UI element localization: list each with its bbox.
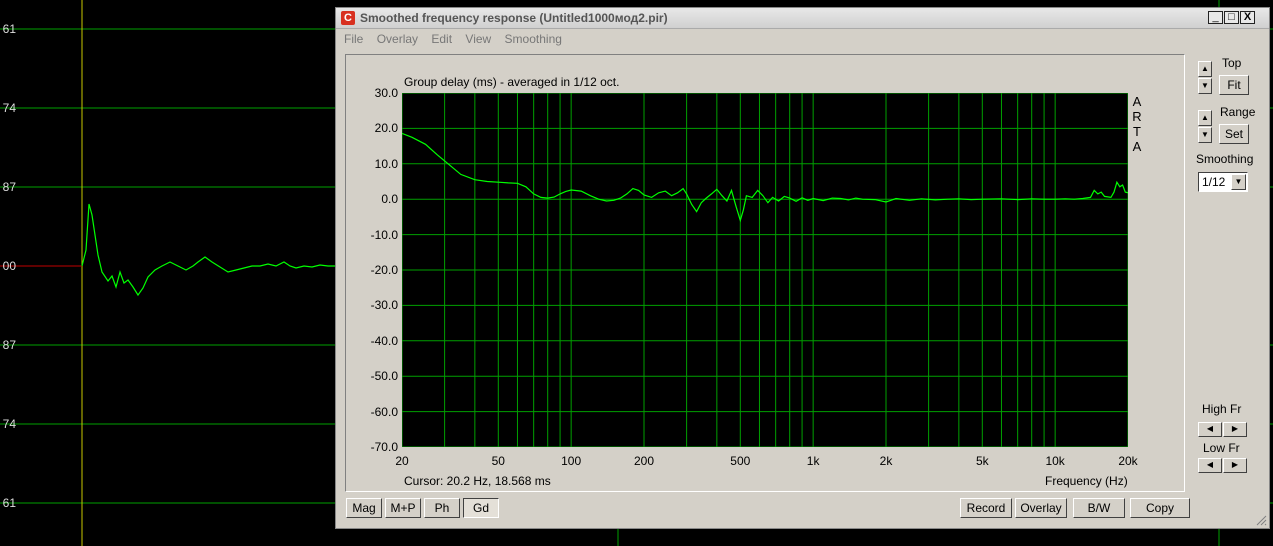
- bg-tick: 61: [2, 496, 16, 510]
- bg-tick: 87: [2, 180, 16, 194]
- smoothing-label: Smoothing: [1196, 152, 1254, 166]
- y-tick-label: 20.0: [374, 121, 398, 136]
- y-tick-label: -60.0: [370, 404, 398, 419]
- menu-edit[interactable]: Edit: [431, 32, 452, 46]
- y-tick-label: 10.0: [374, 156, 398, 171]
- menu-bar: File Overlay Edit View Smoothing: [344, 32, 572, 46]
- minimize-button[interactable]: _: [1208, 11, 1223, 24]
- x-tick-label: 5k: [975, 454, 989, 468]
- low-fr-label: Low Fr: [1203, 441, 1240, 455]
- phase-button[interactable]: Ph: [424, 498, 460, 518]
- bg-tick: 87: [2, 338, 16, 352]
- arta-app-icon[interactable]: C: [341, 11, 355, 25]
- mag-button[interactable]: Mag: [346, 498, 382, 518]
- black-white-button[interactable]: B/W: [1073, 498, 1125, 518]
- top-up-arrow-icon[interactable]: ▲: [1198, 61, 1212, 77]
- watermark-letter: A: [1132, 94, 1142, 109]
- watermark-letter: T: [1133, 124, 1141, 139]
- smoothed-frequency-response-window: C Smoothed frequency response (Untitled1…: [335, 7, 1270, 529]
- menu-overlay[interactable]: Overlay: [377, 32, 418, 46]
- range-label: Range: [1220, 105, 1256, 119]
- group-delay-plot[interactable]: [402, 93, 1128, 447]
- high-fr-right-arrow-icon[interactable]: ▶: [1223, 422, 1247, 437]
- arta-watermark: A R T A: [1132, 94, 1142, 154]
- high-fr-label: High Fr: [1202, 402, 1242, 416]
- window-title: Smoothed frequency response (Untitled100…: [360, 11, 668, 25]
- record-button[interactable]: Record: [960, 498, 1012, 518]
- y-tick-label: -50.0: [370, 369, 398, 384]
- menu-view[interactable]: View: [465, 32, 491, 46]
- y-tick-label: -40.0: [370, 333, 398, 348]
- high-fr-left-arrow-icon[interactable]: ◀: [1198, 422, 1222, 437]
- magnitude-phase-button[interactable]: M+P: [385, 498, 421, 518]
- chart-title: Group delay (ms) - averaged in 1/12 oct.: [404, 75, 620, 89]
- group-delay-chart: [402, 93, 1128, 447]
- x-tick-label: 2k: [879, 454, 893, 468]
- bg-tick: 74: [2, 101, 16, 115]
- close-button[interactable]: X: [1240, 11, 1255, 24]
- range-up-arrow-icon[interactable]: ▲: [1198, 110, 1212, 126]
- set-button[interactable]: Set: [1219, 124, 1249, 144]
- x-tick-label: 1k: [806, 454, 820, 468]
- maximize-button[interactable]: □: [1224, 11, 1239, 24]
- top-down-arrow-icon[interactable]: ▼: [1198, 78, 1212, 94]
- chevron-down-icon[interactable]: ▼: [1231, 174, 1246, 190]
- x-tick-label: 20k: [1118, 454, 1138, 468]
- watermark-letter: A: [1132, 139, 1142, 154]
- bg-tick: 74: [2, 417, 16, 431]
- y-tick-label: -70.0: [370, 440, 398, 454]
- menu-file[interactable]: File: [344, 32, 363, 46]
- x-tick-label: 20: [395, 454, 409, 468]
- x-tick-label: 100: [561, 454, 582, 468]
- overlay-button[interactable]: Overlay: [1015, 498, 1067, 518]
- smoothing-select[interactable]: 1/12 ▼: [1198, 172, 1248, 192]
- group-delay-series-line: [402, 132, 1128, 223]
- range-down-arrow-icon[interactable]: ▼: [1198, 127, 1212, 143]
- resize-grip-icon[interactable]: [1255, 514, 1267, 526]
- title-bar[interactable]: C Smoothed frequency response (Untitled1…: [336, 8, 1269, 29]
- x-axis-label: Frequency (Hz): [1045, 474, 1128, 488]
- cursor-readout: Cursor: 20.2 Hz, 18.568 ms: [404, 474, 551, 488]
- x-tick-label: 500: [730, 454, 751, 468]
- copy-button[interactable]: Copy: [1130, 498, 1190, 518]
- group-delay-button[interactable]: Gd: [463, 498, 499, 518]
- menu-smoothing[interactable]: Smoothing: [505, 32, 562, 46]
- y-tick-label: -10.0: [370, 227, 398, 242]
- low-fr-left-arrow-icon[interactable]: ◀: [1198, 458, 1222, 473]
- x-tick-label: 200: [633, 454, 655, 468]
- bg-tick: 00: [2, 259, 16, 273]
- top-label: Top: [1222, 56, 1242, 70]
- y-tick-label: -20.0: [370, 263, 398, 277]
- x-tick-label: 50: [491, 454, 505, 468]
- bg-tick: 61: [2, 22, 16, 36]
- low-fr-right-arrow-icon[interactable]: ▶: [1223, 458, 1247, 473]
- y-tick-label: 30.0: [374, 86, 398, 100]
- smoothing-value: 1/12: [1202, 175, 1226, 189]
- y-tick-label: -30.0: [370, 298, 398, 313]
- y-tick-label: 0.0: [381, 192, 398, 207]
- fit-button[interactable]: Fit: [1219, 75, 1249, 95]
- watermark-letter: R: [1132, 109, 1142, 124]
- x-tick-label: 10k: [1045, 454, 1065, 468]
